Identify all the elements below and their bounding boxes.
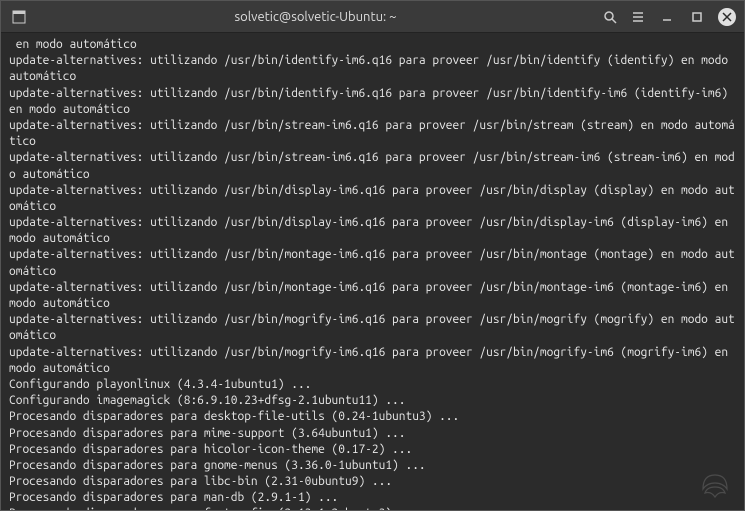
menu-icon[interactable] (630, 9, 646, 25)
titlebar: solvetic@solvetic-Ubuntu: ~ (1, 1, 744, 33)
titlebar-actions (602, 8, 736, 26)
terminal-output[interactable]: en modo automático update-alternatives: … (1, 33, 744, 510)
maximize-button[interactable] (688, 8, 706, 26)
minimize-button[interactable] (658, 8, 676, 26)
window-title: solvetic@solvetic-Ubuntu: ~ (29, 10, 602, 24)
terminal-lines: en modo automático update-alternatives: … (9, 38, 735, 510)
close-button[interactable] (718, 8, 736, 26)
search-icon[interactable] (602, 9, 618, 25)
watermark-icon (697, 465, 733, 501)
app-menu-icon[interactable] (9, 10, 29, 24)
